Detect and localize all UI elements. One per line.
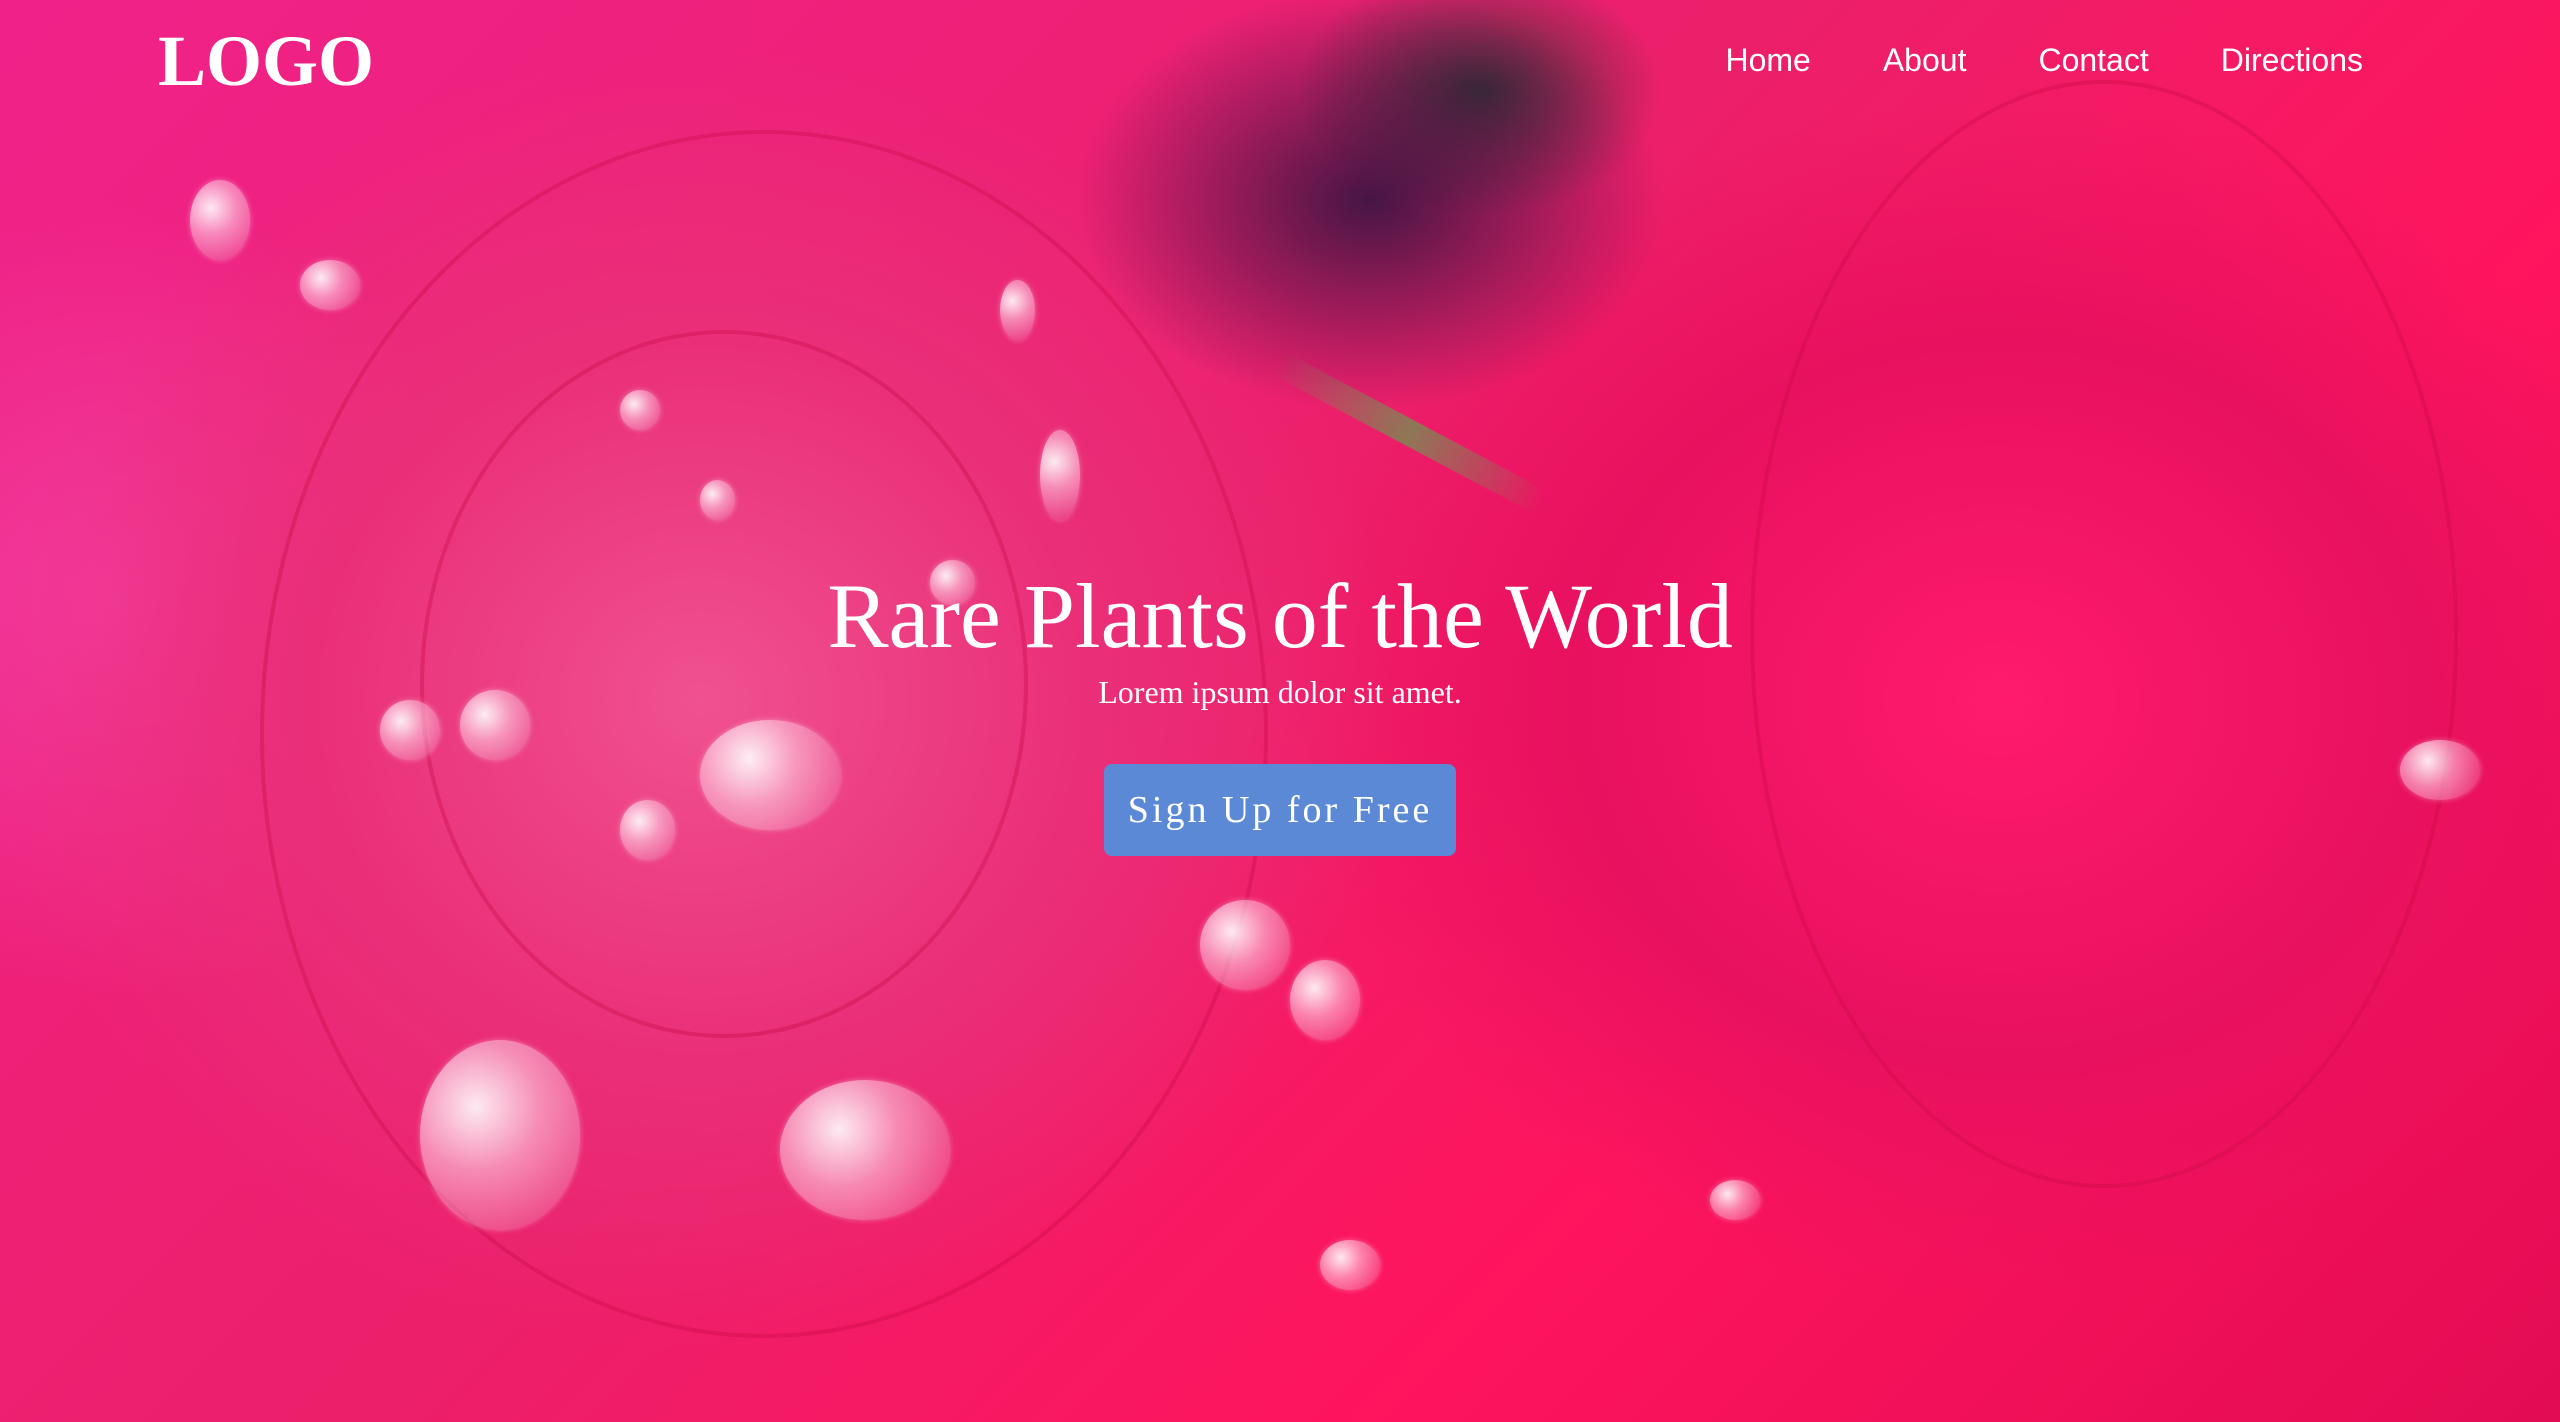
water-drop	[420, 1040, 580, 1230]
hero-content: Rare Plants of the World Lorem ipsum dol…	[0, 560, 2560, 856]
water-drop	[190, 180, 250, 260]
water-drop	[780, 1080, 950, 1220]
water-drop	[1000, 280, 1035, 340]
nav-menu: Home About Contact Directions	[1653, 36, 2363, 84]
hero-background-image: LOGO Home About Contact Directions Rare …	[0, 0, 2560, 1422]
nav-link-directions[interactable]: Directions	[2221, 42, 2363, 78]
nav-item-about: About	[1883, 36, 1967, 84]
site-logo[interactable]: LOGO	[158, 18, 374, 104]
nav-link-about[interactable]: About	[1883, 42, 1967, 78]
nav-item-contact: Contact	[2038, 36, 2148, 84]
water-drop	[1320, 1240, 1380, 1290]
nav-item-directions: Directions	[2221, 36, 2363, 84]
water-drop	[1710, 1180, 1760, 1220]
sign-up-button[interactable]: Sign Up for Free	[1103, 764, 1457, 856]
water-drop	[1290, 960, 1360, 1040]
top-navbar: LOGO Home About Contact Directions	[0, 0, 2560, 120]
hero-title: Rare Plants of the World	[827, 565, 1733, 667]
water-drop	[620, 390, 660, 430]
nav-link-contact[interactable]: Contact	[2038, 42, 2148, 78]
water-drop	[700, 480, 735, 520]
water-drop	[300, 260, 360, 310]
nav-link-home[interactable]: Home	[1725, 42, 1810, 78]
hero-subtitle: Lorem ipsum dolor sit amet.	[1098, 674, 1462, 710]
plant-stem	[1271, 351, 1549, 515]
nav-item-home: Home	[1725, 36, 1810, 84]
water-drop	[1040, 430, 1080, 520]
water-drop	[1200, 900, 1290, 990]
